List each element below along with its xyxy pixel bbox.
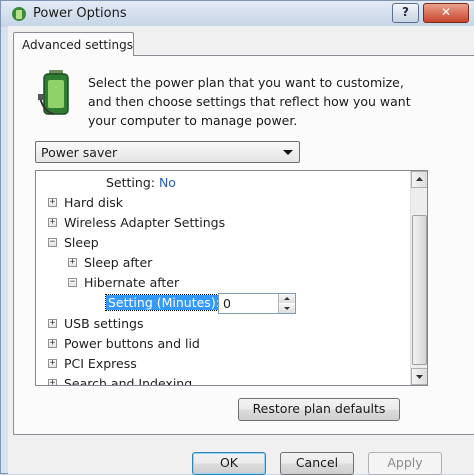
cancel-button[interactable]: Cancel — [280, 452, 354, 475]
tree-scrollbar[interactable] — [410, 171, 427, 385]
scroll-up-icon[interactable] — [411, 171, 427, 188]
power-plan-dropdown[interactable]: Power saver — [35, 141, 300, 163]
dropdown-arrow-icon — [283, 150, 293, 155]
spin-down-icon[interactable] — [279, 304, 295, 313]
battery-plug-icon — [38, 70, 69, 115]
tree-item-hibernate-after[interactable]: − Hibernate after — [68, 273, 179, 292]
tree-item-sleep[interactable]: − Sleep — [48, 233, 99, 252]
spinner-buttons — [278, 294, 295, 313]
ok-button[interactable]: OK — [192, 452, 266, 475]
tree-item-label: Sleep — [64, 235, 99, 250]
tree-item-label: PCI Express — [64, 356, 137, 371]
tree-item-label: Wireless Adapter Settings — [64, 215, 226, 230]
tree-item-wireless-adapter[interactable]: + Wireless Adapter Settings — [48, 213, 225, 232]
tree-item-label: Sleep after — [84, 255, 153, 270]
title-bar[interactable]: Power Options ? ✕ — [1, 1, 474, 27]
expand-icon[interactable]: + — [68, 258, 77, 267]
settings-tree[interactable]: Setting: No + Hard disk + Wireless Adapt… — [35, 170, 428, 386]
tree-item-pci-express[interactable]: + PCI Express — [48, 354, 137, 373]
window-app-icon — [12, 7, 26, 21]
tree-item-power-buttons[interactable]: + Power buttons and lid — [48, 334, 200, 353]
tree-edit-row: Setting (Minutes): — [105, 293, 223, 312]
tree-item-label: Power buttons and lid — [64, 336, 200, 351]
expand-icon[interactable]: + — [48, 379, 57, 385]
tree-setting-label: Setting: — [106, 175, 155, 190]
help-button[interactable]: ? — [392, 3, 419, 23]
apply-button[interactable]: Apply — [368, 452, 442, 475]
expand-icon[interactable]: + — [48, 319, 57, 328]
tree-item-label: Hard disk — [64, 195, 124, 210]
collapse-icon[interactable]: − — [68, 278, 77, 287]
setting-minutes-label: Setting (Minutes): — [105, 294, 223, 311]
tree-item-sleep-after[interactable]: + Sleep after — [68, 253, 152, 272]
expand-icon[interactable]: + — [48, 339, 57, 348]
tree-item-label: USB settings — [64, 316, 144, 331]
power-plan-selected: Power saver — [41, 145, 118, 160]
scroll-down-icon[interactable] — [411, 368, 427, 385]
tree-item-search-indexing[interactable]: + Search and Indexing — [48, 374, 193, 386]
tree-item-label: Search and Indexing — [64, 376, 193, 386]
expand-icon[interactable]: + — [48, 198, 57, 207]
collapse-icon[interactable]: − — [48, 238, 57, 247]
setting-minutes-spinner[interactable]: 0 — [218, 293, 296, 314]
expand-icon[interactable]: + — [48, 218, 57, 227]
plan-description: Select the power plan that you want to c… — [88, 75, 411, 128]
expand-icon[interactable]: + — [48, 359, 57, 368]
spin-up-icon[interactable] — [279, 294, 295, 303]
window-title: Power Options — [33, 6, 127, 21]
tree-item-usb-settings[interactable]: + USB settings — [48, 314, 143, 333]
close-button[interactable]: ✕ — [423, 3, 469, 23]
tree-item-label: Hibernate after — [84, 275, 180, 290]
setting-minutes-value[interactable]: 0 — [223, 296, 231, 311]
tree-setting-row: Setting: No — [106, 173, 176, 192]
tree-item-hard-disk[interactable]: + Hard disk — [48, 193, 123, 212]
tree-setting-value[interactable]: No — [159, 175, 176, 190]
tab-advanced-settings[interactable]: Advanced settings — [13, 32, 134, 56]
scroll-thumb[interactable] — [412, 215, 427, 365]
restore-plan-defaults-button[interactable]: Restore plan defaults — [238, 398, 400, 421]
